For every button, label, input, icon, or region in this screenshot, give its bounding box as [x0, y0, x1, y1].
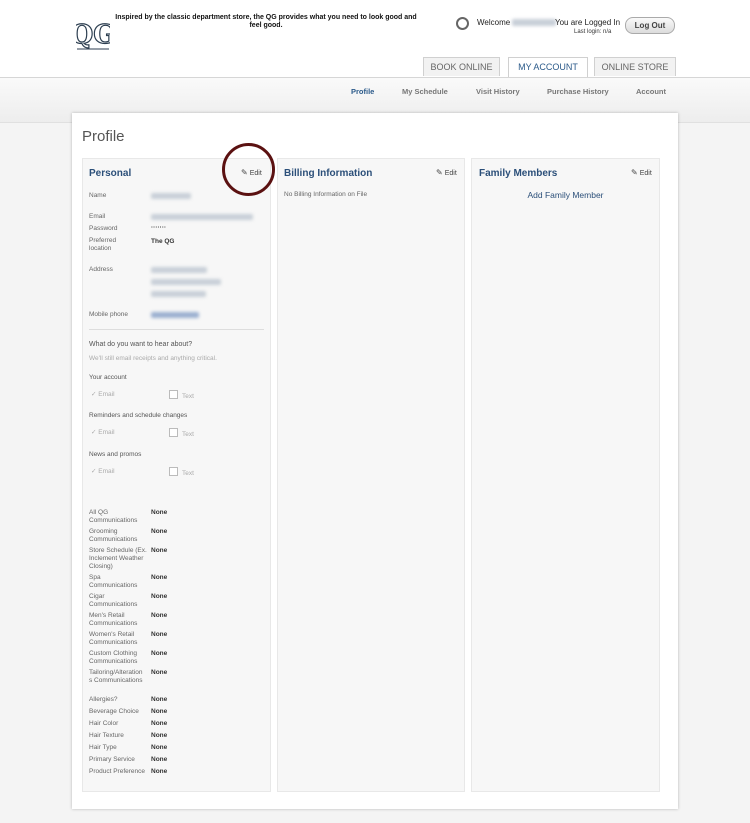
pref-value: None — [151, 528, 168, 535]
pref-label: Custom Clothing Communications — [89, 650, 138, 665]
family-edit-link[interactable]: ✎ Edit — [631, 168, 652, 177]
pref-value: None — [151, 732, 168, 739]
reminders-text-checkbox[interactable]: Text — [169, 428, 194, 438]
pref-label: Allergies? — [89, 696, 118, 703]
loading-spinner-icon — [456, 17, 469, 30]
address-line-2-redacted — [151, 279, 221, 285]
mobile-phone-value-redacted[interactable] — [151, 312, 199, 318]
tab-book-online[interactable]: BOOK ONLINE — [423, 57, 500, 76]
notify-question: What do you want to hear about? — [89, 341, 193, 348]
check-icon: ✓ — [91, 468, 97, 475]
pref-value: None — [151, 696, 168, 703]
pencil-icon: ✎ — [436, 168, 443, 177]
your-account-email-checkbox[interactable]: ✓ Email — [91, 390, 115, 398]
last-login-text: Last login: n/a — [574, 29, 612, 35]
site-header: QG Inspired by the classic department st… — [0, 0, 750, 78]
news-email-checkbox[interactable]: ✓ Email — [91, 467, 115, 475]
tab-my-account[interactable]: MY ACCOUNT — [508, 57, 588, 78]
subnav-purchase-history[interactable]: Purchase History — [547, 87, 609, 96]
pref-value: None — [151, 720, 168, 727]
highlight-circle — [222, 143, 275, 196]
subnav-profile[interactable]: Profile — [351, 87, 374, 96]
tagline: Inspired by the classic department store… — [115, 14, 417, 29]
pref-label: Hair Color — [89, 720, 119, 727]
pref-label: Product Preference — [89, 768, 146, 775]
name-label: Name — [89, 192, 107, 199]
check-icon: ✓ — [91, 429, 97, 436]
check-icon: ✓ — [91, 391, 97, 398]
svg-text:QG: QG — [76, 20, 110, 50]
pref-value: None — [151, 669, 168, 676]
qg-logo[interactable]: QG — [76, 16, 110, 50]
pref-label: Spa Communications — [89, 574, 138, 589]
pref-label: Women's Retail Communications — [89, 631, 138, 646]
pref-value: None — [151, 574, 168, 581]
pref-label: Grooming Communications — [89, 528, 138, 543]
pref-value: None — [151, 650, 168, 657]
subnav-my-schedule[interactable]: My Schedule — [402, 87, 448, 96]
pref-label: Beverage Choice — [89, 708, 139, 715]
pref-value: None — [151, 593, 168, 600]
pref-value: None — [151, 547, 168, 554]
email-label: Email — [89, 213, 106, 220]
pref-label: Hair Type — [89, 744, 117, 751]
welcome-text: Welcome — [477, 18, 557, 27]
group-news-label: News and promos — [89, 451, 142, 458]
pref-value: None — [151, 756, 168, 763]
password-value: ······· — [151, 224, 167, 231]
pref-value: None — [151, 768, 168, 775]
log-out-button[interactable]: Log Out — [625, 17, 675, 34]
address-line-1-redacted — [151, 267, 207, 273]
section-divider — [89, 329, 264, 330]
address-label: Address — [89, 266, 113, 273]
billing-panel — [277, 158, 465, 792]
preferred-location-label: Preferred location — [89, 237, 117, 252]
pencil-icon: ✎ — [631, 168, 638, 177]
pref-label: Hair Texture — [89, 732, 124, 739]
group-your-account-label: Your account — [89, 374, 127, 381]
logged-in-text: You are Logged In — [555, 18, 621, 27]
pref-value: None — [151, 509, 168, 516]
billing-title: Billing Information — [284, 168, 373, 179]
password-label: Password — [89, 225, 118, 232]
address-line-3-redacted — [151, 291, 206, 297]
news-text-checkbox[interactable]: Text — [169, 467, 194, 477]
family-panel — [471, 158, 660, 792]
pref-label: Primary Service — [89, 756, 135, 763]
pref-label: Tailoring/Alterations Communications — [89, 669, 143, 684]
pref-label: Store Schedule (Ex. Inclement Weather Cl… — [89, 547, 147, 570]
pref-label: All QG Communications — [89, 509, 138, 524]
mobile-phone-label: Mobile phone — [89, 311, 129, 318]
billing-empty-text: No Billing Information on File — [284, 191, 368, 198]
tab-online-store[interactable]: ONLINE STORE — [594, 57, 676, 76]
personal-title: Personal — [89, 168, 132, 179]
subnav-visit-history[interactable]: Visit History — [476, 87, 520, 96]
subnav-account[interactable]: Account — [636, 87, 666, 96]
your-account-text-checkbox[interactable]: Text — [169, 390, 194, 400]
pref-label: Cigar Communications — [89, 593, 138, 608]
email-value-redacted — [151, 214, 253, 220]
group-reminders-label: Reminders and schedule changes — [89, 412, 188, 419]
add-family-member-link[interactable]: Add Family Member — [471, 190, 660, 200]
pref-label: Men's Retail Communications — [89, 612, 138, 627]
reminders-email-checkbox[interactable]: ✓ Email — [91, 428, 115, 436]
page-title: Profile — [82, 128, 125, 145]
pref-value: None — [151, 744, 168, 751]
pref-value: None — [151, 708, 168, 715]
pref-value: None — [151, 612, 168, 619]
billing-edit-link[interactable]: ✎ Edit — [436, 168, 457, 177]
name-value-redacted — [151, 193, 191, 199]
family-title: Family Members — [479, 168, 558, 179]
preferred-location-value: The QG — [151, 238, 175, 245]
notify-subtext: We'll still email receipts and anything … — [89, 355, 217, 362]
pref-value: None — [151, 631, 168, 638]
